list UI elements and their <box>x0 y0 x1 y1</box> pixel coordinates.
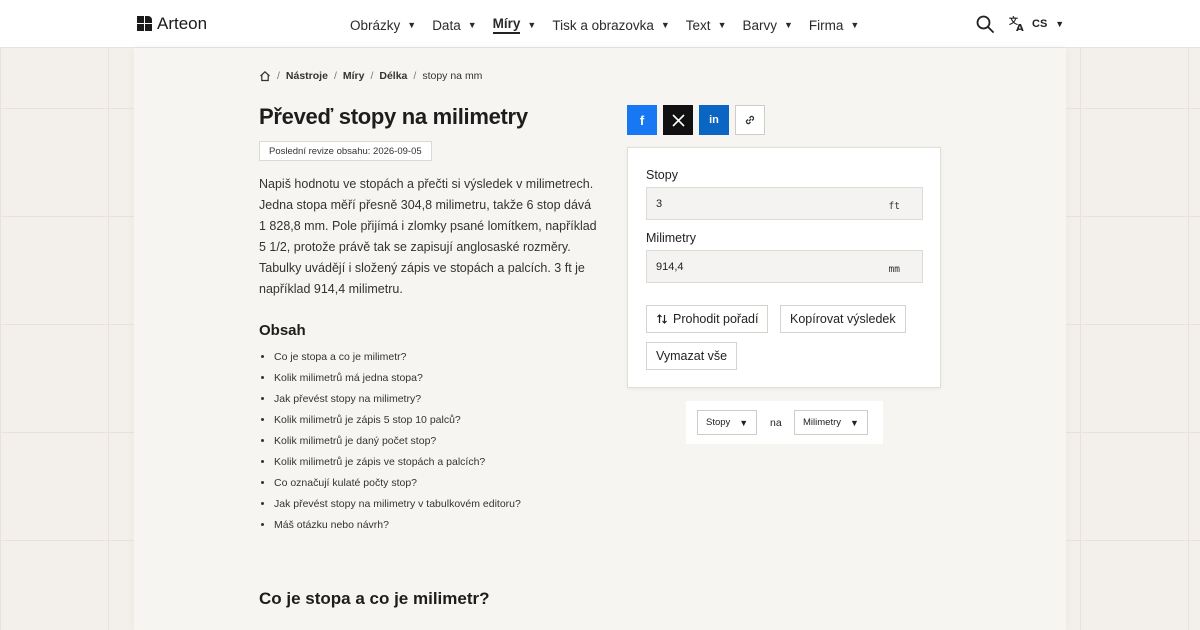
language-code: CS <box>1032 17 1048 30</box>
to-unit-label: Milimetry <box>646 231 696 245</box>
share-buttons: f in <box>627 105 765 135</box>
x-share-button[interactable] <box>663 105 693 135</box>
nav-label: Míry <box>492 16 521 34</box>
intro-paragraph: Napiš hodnotu ve stopách a přečti si výs… <box>259 177 597 296</box>
page-title: Převeď stopy na milimetry <box>259 104 528 129</box>
caret-down-icon: ▼ <box>527 20 537 30</box>
millimeters-value: 914,4 <box>656 261 684 273</box>
swap-icon <box>657 314 667 324</box>
feet-input[interactable]: 3 ft <box>646 187 923 220</box>
nav-label: Firma <box>808 17 844 33</box>
language-selector[interactable]: 文 A CS ▼ <box>1009 15 1064 32</box>
nav-item-obrazky[interactable]: Obrázky ▼ <box>350 16 416 34</box>
from-unit-label: Stopy <box>646 168 678 182</box>
linkedin-icon: in <box>709 114 719 126</box>
section-heading: Co je stopa a co je milimetr? <box>259 589 490 608</box>
toc-title: Obsah <box>259 322 306 339</box>
toc-link[interactable]: Kolik milimetrů je zápis 5 stop 10 palců… <box>274 412 521 433</box>
nav-item-barvy[interactable]: Barvy ▼ <box>742 16 792 34</box>
top-navigation-bar: Arteon Obrázky ▼ Data ▼ Míry ▼ Tisk a ob… <box>0 0 1200 48</box>
breadcrumb-item[interactable]: Nástroje <box>286 70 328 82</box>
millimeters-unit: mm <box>888 264 900 275</box>
feet-value: 3 <box>656 198 663 210</box>
nav-label: Obrázky <box>350 17 401 33</box>
clear-label: Vymazat vše <box>656 349 728 363</box>
caret-down-icon: ▼ <box>739 417 749 428</box>
feet-unit: ft <box>888 201 900 212</box>
logo-icon <box>137 16 153 32</box>
caret-down-icon: ▼ <box>660 20 670 30</box>
copy-label: Kopírovat výsledek <box>790 312 896 326</box>
copy-result-button[interactable]: Kopírovat výsledek <box>780 305 906 333</box>
caret-down-icon: ▼ <box>850 20 860 30</box>
swap-label: Prohodit pořadí <box>673 312 759 326</box>
breadcrumb-separator: / <box>370 70 374 82</box>
connector-text: na <box>770 417 782 429</box>
swap-button[interactable]: Prohodit pořadí <box>646 305 769 333</box>
breadcrumb-separator: / <box>333 70 337 82</box>
nav-item-data[interactable]: Data ▼ <box>432 16 476 34</box>
linkedin-share-button[interactable]: in <box>699 105 729 135</box>
millimeters-input[interactable]: 914,4 mm <box>646 250 923 283</box>
breadcrumb-separator: / <box>277 70 280 82</box>
toc-link[interactable]: Kolik milimetrů má jedna stopa? <box>274 370 521 391</box>
copy-link-button[interactable] <box>735 105 765 135</box>
converter-card: Stopy 3 ft Milimetry 914,4 mm Prohodit p… <box>627 147 941 388</box>
from-unit-select[interactable]: Stopy ▼ <box>697 410 758 435</box>
to-unit-selected: Milimetry <box>803 417 841 428</box>
nav-item-miry[interactable]: Míry ▼ <box>492 16 537 34</box>
translate-icon: 文 A <box>1009 15 1024 32</box>
table-of-contents: Co je stopa a co je milimetr? Kolik mili… <box>274 349 521 538</box>
nav-label: Data <box>432 17 461 33</box>
nav-item-tisk[interactable]: Tisk a obrazovka ▼ <box>552 16 669 34</box>
home-icon[interactable] <box>259 70 271 82</box>
facebook-share-button[interactable]: f <box>627 105 657 135</box>
toc-link[interactable]: Co označují kulaté počty stop? <box>274 475 521 496</box>
toc-link[interactable]: Kolik milimetrů je daný počet stop? <box>274 433 521 454</box>
caret-down-icon: ▼ <box>717 20 727 30</box>
x-icon <box>671 113 685 127</box>
to-unit-select[interactable]: Milimetry ▼ <box>794 410 868 435</box>
revision-badge: Poslední revize obsahu: 2026-09-05 <box>259 141 432 161</box>
caret-down-icon: ▼ <box>407 20 417 30</box>
logo[interactable]: Arteon <box>137 14 207 34</box>
unit-selector: Stopy ▼ na Milimetry ▼ <box>686 401 883 444</box>
nav-item-text[interactable]: Text ▼ <box>686 16 727 34</box>
caret-down-icon: ▼ <box>467 20 477 30</box>
caret-down-icon: ▼ <box>1055 18 1065 29</box>
toc-link[interactable]: Jak převést stopy na milimetry v tabulko… <box>274 496 521 517</box>
logo-text: Arteon <box>157 14 208 33</box>
clear-all-button[interactable]: Vymazat vše <box>646 342 738 370</box>
nav-label: Text <box>685 17 711 33</box>
link-icon <box>745 115 755 125</box>
svg-text:A: A <box>1016 23 1024 32</box>
toc-link[interactable]: Co je stopa a co je milimetr? <box>274 349 521 370</box>
breadcrumb-item[interactable]: Míry <box>343 70 365 82</box>
breadcrumb-separator: / <box>413 70 417 82</box>
from-unit-selected: Stopy <box>706 417 731 428</box>
main-nav: Obrázky ▼ Data ▼ Míry ▼ Tisk a obrazovka… <box>350 16 875 34</box>
toc-link[interactable]: Máš otázku nebo návrh? <box>274 517 521 538</box>
caret-down-icon: ▼ <box>784 20 793 30</box>
nav-item-firma[interactable]: Firma ▼ <box>809 16 859 34</box>
search-icon[interactable] <box>976 15 994 33</box>
nav-label: Barvy <box>742 17 777 33</box>
toc-link[interactable]: Kolik milimetrů je zápis ve stopách a pa… <box>274 454 521 475</box>
breadcrumb-current: stopy na mm <box>422 70 483 82</box>
caret-down-icon: ▼ <box>850 417 859 428</box>
facebook-icon: f <box>639 112 645 128</box>
toc-link[interactable]: Jak převést stopy na milimetry? <box>274 391 521 412</box>
breadcrumb-item[interactable]: Délka <box>379 70 407 82</box>
nav-label: Tisk a obrazovka <box>552 17 654 33</box>
breadcrumb: / Nástroje / Míry / Délka / stopy na mm <box>259 70 482 82</box>
